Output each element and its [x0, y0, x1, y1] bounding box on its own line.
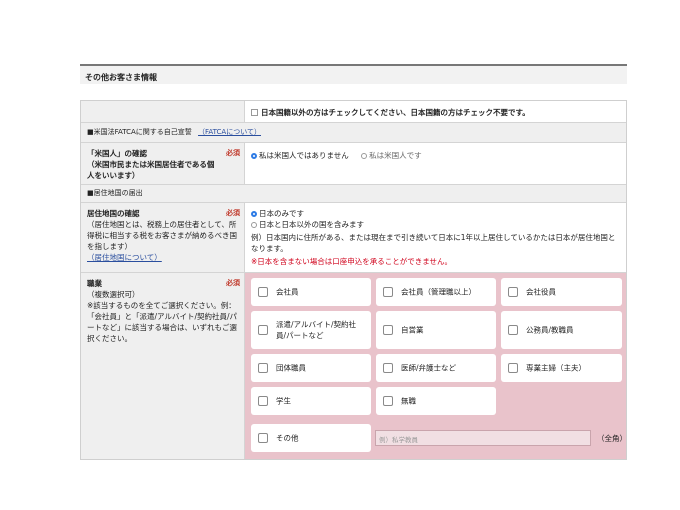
- occupation-option[interactable]: 学生: [251, 387, 371, 415]
- required-badge: 必須: [226, 209, 240, 217]
- checkbox-icon: [508, 287, 518, 297]
- occupation-option[interactable]: 自営業: [376, 311, 496, 349]
- option-label: 会社員: [276, 287, 299, 297]
- residence-header-row: ■居住地国の届出: [81, 185, 626, 203]
- other-occupation-input[interactable]: 例）私学教員: [375, 430, 591, 446]
- option-label: 自営業: [401, 325, 424, 335]
- occupation-option[interactable]: 派遣/アルバイト/契約社員/パートなど: [251, 311, 371, 349]
- occupation-option[interactable]: 団体職員: [251, 354, 371, 382]
- option-label: 医師/弁護士など: [401, 363, 457, 373]
- occupation-option[interactable]: 医師/弁護士など: [376, 354, 496, 382]
- checkbox-icon: [258, 287, 268, 297]
- required-badge: 必須: [226, 279, 240, 287]
- residence-options: 日本のみです 日本と日本以外の国を含みます 例）日本国内に住所がある、または現在…: [245, 203, 626, 272]
- occupation-option[interactable]: 無職: [376, 387, 496, 415]
- option-label: 派遣/アルバイト/契約社員/パートなど: [276, 320, 356, 340]
- residence-header: ■居住地国の届出: [81, 185, 626, 202]
- option-label: 私は米国人です: [369, 151, 422, 160]
- occupation-title: 職業: [87, 279, 102, 288]
- option-label: 無職: [401, 396, 416, 406]
- option-label: 日本のみです: [259, 209, 304, 218]
- radio-icon: [251, 222, 257, 228]
- occupation-row: 必須 職業 （複数選択可） ※該当するものを全てご選択ください。例：「会社員」と…: [81, 273, 627, 459]
- radio-selected-icon: [251, 211, 257, 217]
- residence-row: 必須 居住地国の確認 （居住地国とは、税務上の居住者として、所得税に相当する税を…: [81, 203, 626, 273]
- occupation-option-other[interactable]: その他: [251, 424, 371, 452]
- checkbox-icon: [383, 363, 393, 373]
- fatca-link[interactable]: （FATCAについて）: [198, 128, 261, 136]
- occupation-option[interactable]: 公務員/教職員: [501, 311, 622, 349]
- residence-label-cell: 必須 居住地国の確認 （居住地国とは、税務上の居住者として、所得税に相当する税を…: [81, 203, 245, 272]
- us-person-options: 私は米国人ではありません 私は米国人です: [245, 143, 626, 184]
- section-title: その他お客さま情報: [80, 64, 627, 84]
- checkbox-icon: [383, 325, 393, 335]
- us-person-title: 「米国人」の確認: [87, 149, 147, 158]
- residence-link[interactable]: （居住地国について）: [87, 252, 240, 263]
- option-label: 学生: [276, 396, 291, 406]
- occupation-option[interactable]: 会社員: [251, 278, 371, 306]
- us-person-option-yes[interactable]: 私は米国人です: [361, 151, 422, 160]
- occupation-options: 会社員 会社員（管理職以上） 会社役員 派遣/アルバイト/契約社員/パートなど …: [245, 273, 627, 459]
- residence-title: 居住地国の確認: [87, 209, 140, 218]
- residence-warning: ※日本を含まない場合は口座申込を承ることができません。: [251, 257, 453, 266]
- occupation-desc: （複数選択可） ※該当するものを全てご選択ください。例：「会社員」と「派遣/アル…: [87, 290, 238, 343]
- nationality-check-label: 日本国籍以外の方はチェックしてください、日本国籍の方はチェック不要です。: [261, 108, 530, 117]
- option-label: 日本と日本以外の国を含みます: [259, 220, 364, 229]
- checkbox-icon: [258, 325, 268, 335]
- fatca-label: ■米国法FATCAに関する自己宣誓: [87, 128, 192, 136]
- residence-option-other[interactable]: 日本と日本以外の国を含みます: [251, 219, 626, 230]
- checkbox-icon: [258, 363, 268, 373]
- zenkaku-note: （全角）: [597, 434, 627, 443]
- option-label: 公務員/教職員: [526, 325, 574, 335]
- nationality-label-cell: [81, 101, 245, 122]
- option-label: 専業主婦（主夫）: [526, 363, 586, 373]
- checkbox-icon: [508, 325, 518, 335]
- occupation-label-cell: 必須 職業 （複数選択可） ※該当するものを全てご選択ください。例：「会社員」と…: [81, 273, 245, 459]
- customer-info-form: 日本国籍以外の方はチェックしてください、日本国籍の方はチェック不要です。 ■米国…: [80, 100, 627, 460]
- residence-option-japan[interactable]: 日本のみです: [251, 208, 626, 219]
- nationality-checkbox[interactable]: [251, 109, 258, 116]
- occupation-option[interactable]: 専業主婦（主夫）: [501, 354, 622, 382]
- checkbox-icon: [258, 396, 268, 406]
- nationality-check[interactable]: 日本国籍以外の方はチェックしてください、日本国籍の方はチェック不要です。: [245, 101, 626, 122]
- option-label: その他: [276, 433, 299, 443]
- option-label: 会社員（管理職以上）: [401, 287, 476, 297]
- us-person-desc: （米国市民または米国居住者である個人をいいます）: [87, 160, 215, 180]
- us-person-row: 必須 「米国人」の確認 （米国市民または米国居住者である個人をいいます） 私は米…: [81, 143, 626, 185]
- checkbox-icon: [383, 287, 393, 297]
- nationality-row: 日本国籍以外の方はチェックしてください、日本国籍の方はチェック不要です。: [81, 101, 626, 123]
- residence-example: 例）日本国内に住所がある、または現在まで引き続いて日本に1年以上居住しているかた…: [251, 233, 616, 253]
- us-person-label-cell: 必須 「米国人」の確認 （米国市民または米国居住者である個人をいいます）: [81, 143, 245, 184]
- option-label: 私は米国人ではありません: [259, 151, 349, 160]
- fatca-header: ■米国法FATCAに関する自己宣誓 （FATCAについて）: [81, 123, 626, 142]
- checkbox-icon: [383, 396, 393, 406]
- occupation-option[interactable]: 会社役員: [501, 278, 622, 306]
- radio-icon: [361, 153, 368, 159]
- option-label: 団体職員: [276, 363, 306, 373]
- occupation-option[interactable]: 会社員（管理職以上）: [376, 278, 496, 306]
- radio-selected-icon: [251, 153, 257, 159]
- us-person-option-no[interactable]: 私は米国人ではありません: [251, 151, 349, 160]
- option-label: 会社役員: [526, 287, 556, 297]
- fatca-row: ■米国法FATCAに関する自己宣誓 （FATCAについて）: [81, 123, 626, 143]
- required-badge: 必須: [226, 149, 240, 157]
- checkbox-icon: [258, 433, 268, 443]
- residence-desc: （居住地国とは、税務上の居住者として、所得税に相当する税をお客さまが納めるべき国…: [87, 220, 237, 251]
- checkbox-icon: [508, 363, 518, 373]
